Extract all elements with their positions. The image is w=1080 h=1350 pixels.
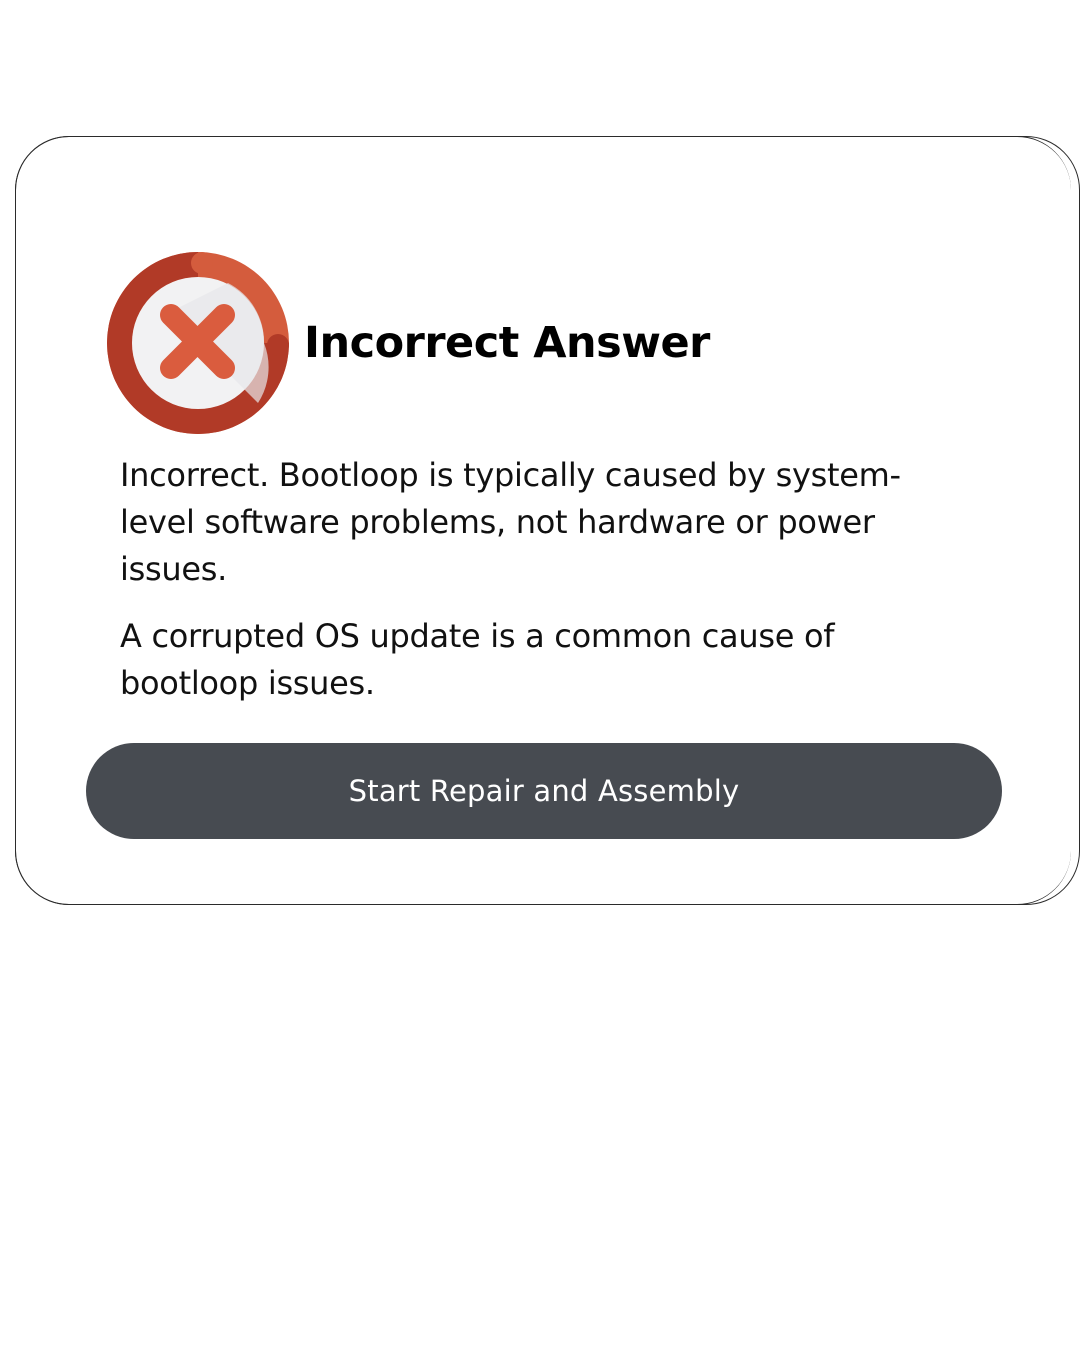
error-x-icon bbox=[106, 251, 290, 435]
feedback-body: Incorrect. Bootloop is typically caused … bbox=[120, 452, 960, 707]
feedback-header: Incorrect Answer bbox=[106, 251, 710, 435]
feedback-explanation: Incorrect. Bootloop is typically caused … bbox=[120, 456, 901, 588]
start-repair-button[interactable]: Start Repair and Assembly bbox=[86, 743, 1002, 839]
feedback-hint: A corrupted OS update is a common cause … bbox=[120, 617, 835, 702]
feedback-title: Incorrect Answer bbox=[304, 318, 710, 368]
